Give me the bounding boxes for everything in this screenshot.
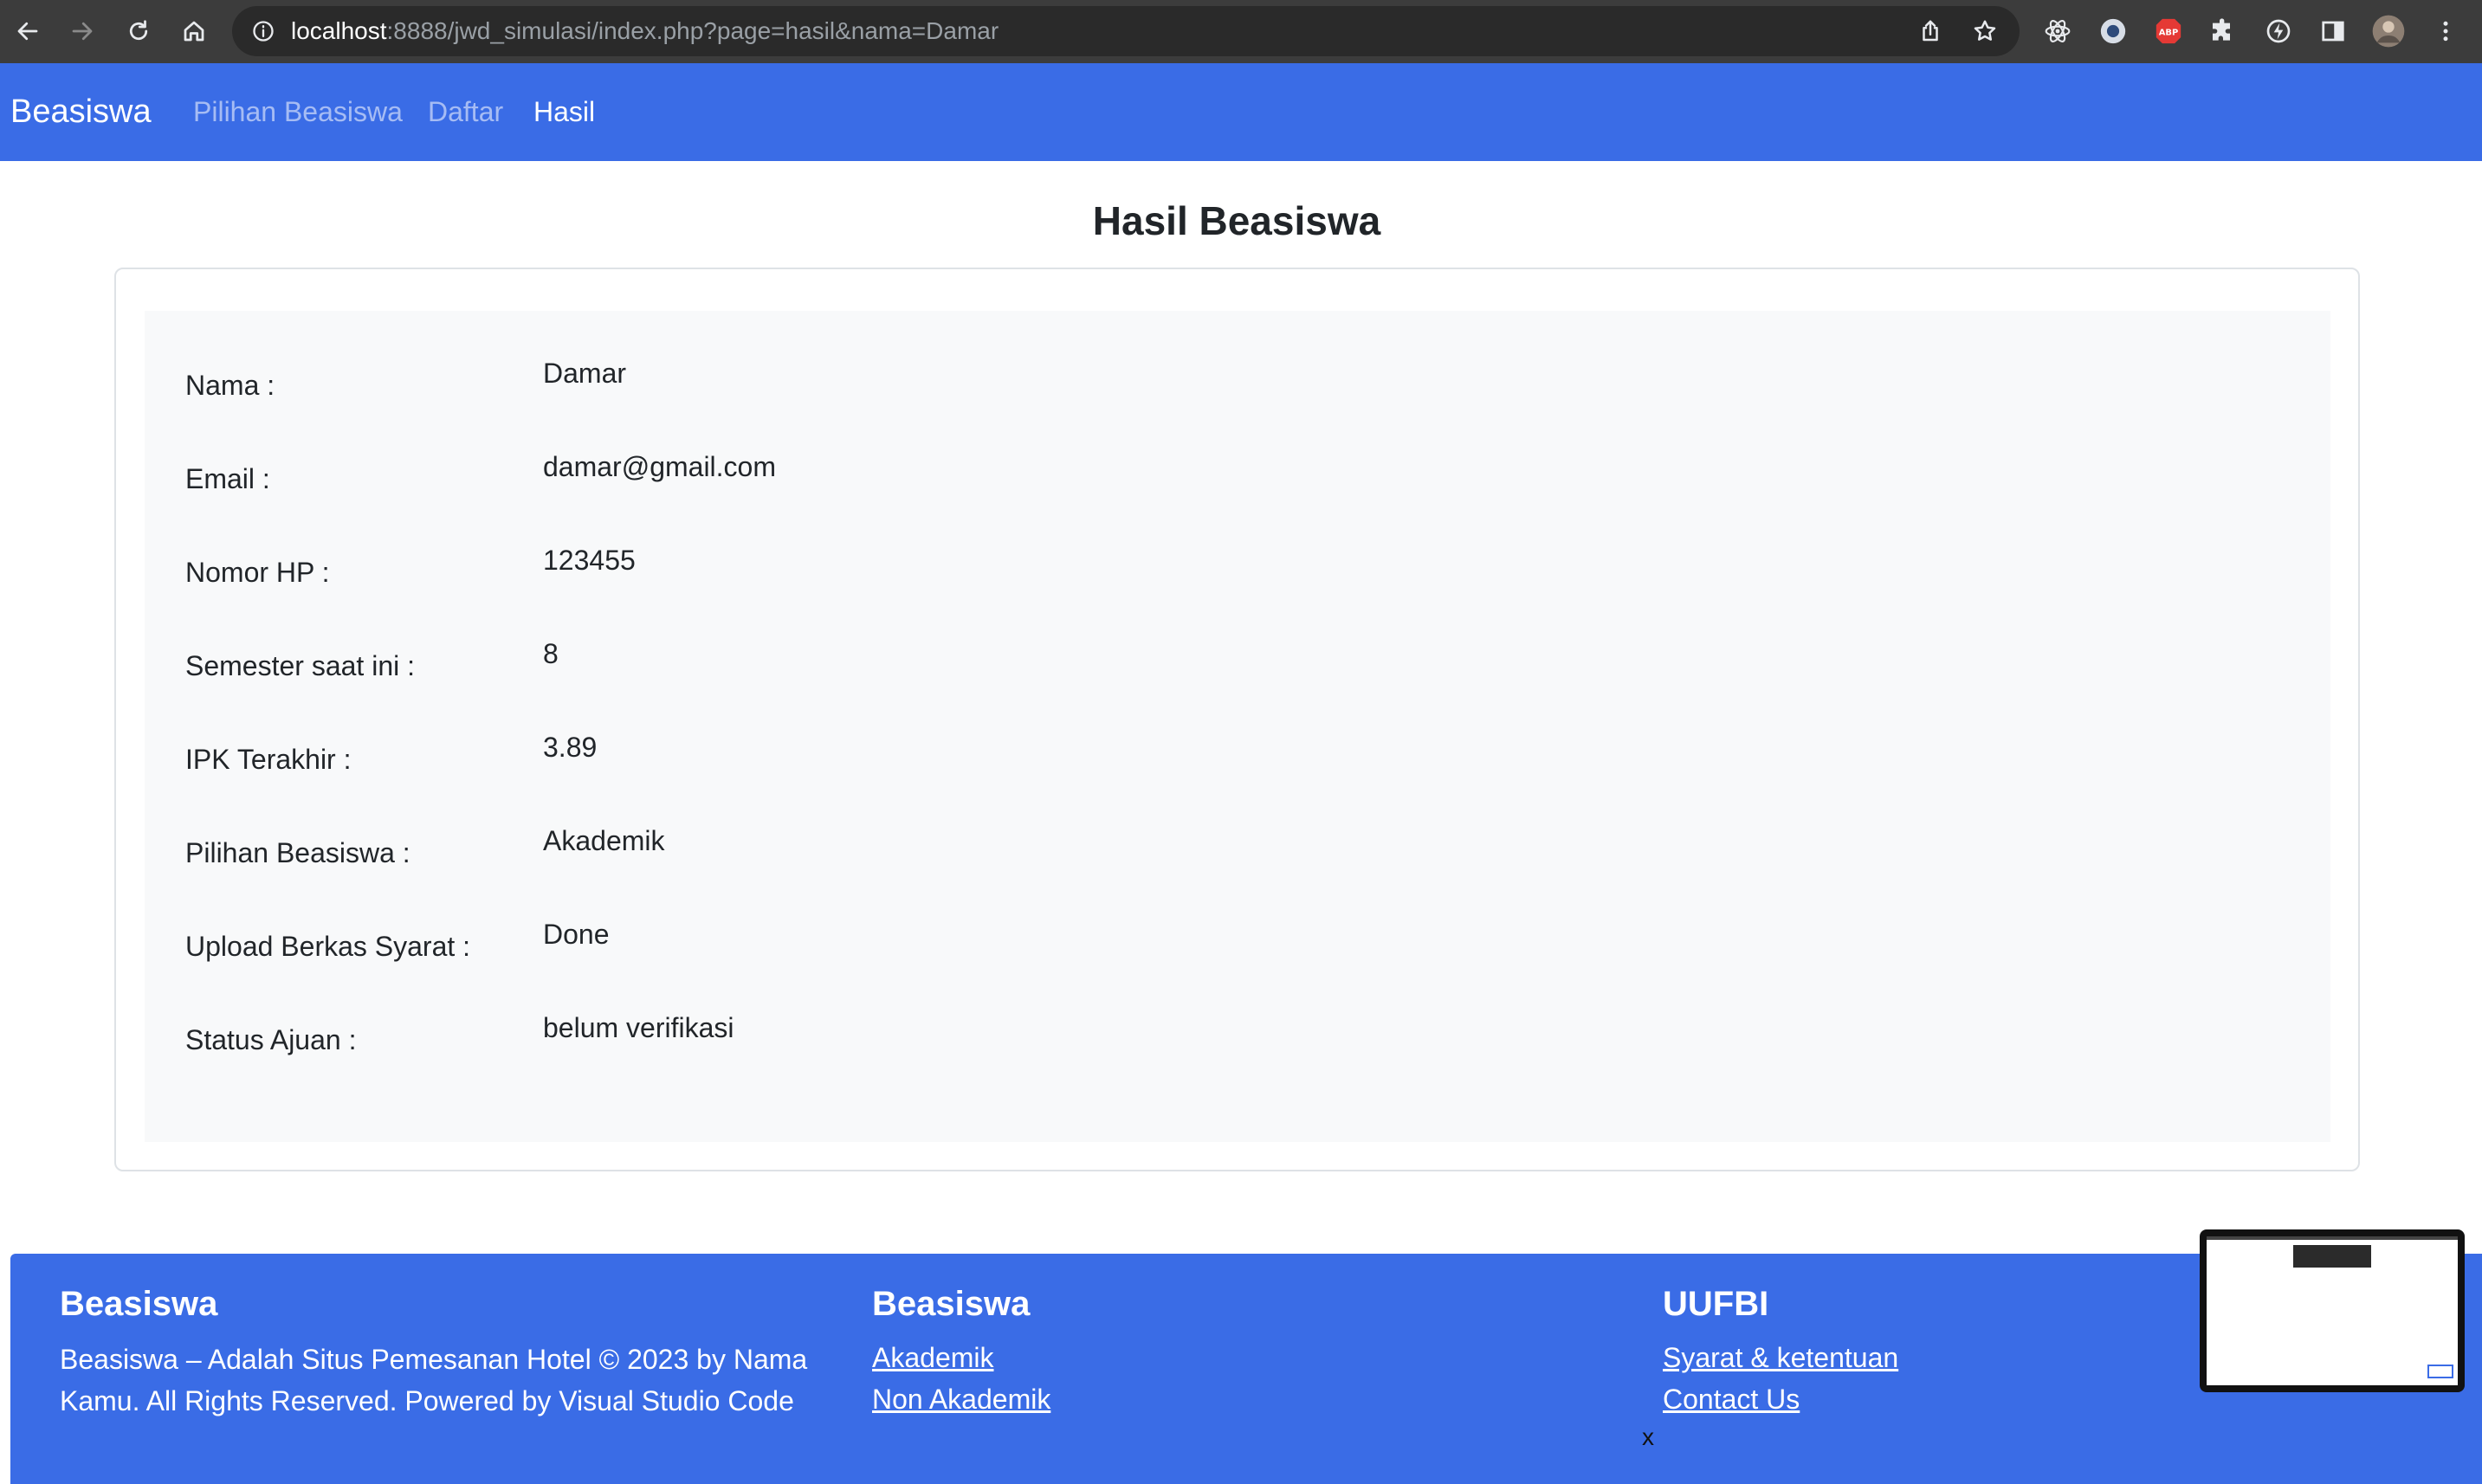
navbar-brand[interactable]: Beasiswa: [10, 63, 152, 161]
thumbnail-content: [2293, 1245, 2371, 1268]
footer-col3-title: UUFBI: [1663, 1285, 1769, 1323]
value-status-ajuan: belum verifikasi: [543, 1012, 734, 1043]
home-icon[interactable]: [175, 12, 213, 50]
label-status-ajuan: Status Ajuan :: [185, 1024, 357, 1055]
value-ipk: 3.89: [543, 732, 598, 763]
browser-toolbar: localhost:8888/jwd_simulasi/index.php?pa…: [0, 0, 2482, 63]
label-nomor-hp: Nomor HP :: [185, 557, 330, 588]
back-icon[interactable]: [9, 12, 47, 50]
page-title: Hasil Beasiswa: [1092, 198, 1381, 243]
thumbnail-toolbar: [2207, 1236, 2458, 1240]
thumbnail-preview: [2207, 1236, 2458, 1385]
nav-link-pilihan-beasiswa[interactable]: Pilihan Beasiswa: [193, 63, 403, 161]
thumbnail-mini-window: [2427, 1365, 2453, 1378]
forward-icon[interactable]: [63, 12, 101, 50]
puzzle-icon[interactable]: [2206, 14, 2240, 48]
result-details: Nama : Damar Email : damar@gmail.com Nom…: [145, 311, 2330, 1142]
footer-col1-title: Beasiswa: [60, 1285, 218, 1323]
app-navbar: Beasiswa Pilihan Beasiswa Daftar Hasil: [0, 63, 2482, 161]
footer-link-contact[interactable]: Contact Us: [1663, 1384, 1800, 1416]
avatar[interactable]: [2371, 14, 2406, 48]
footer: Beasiswa Beasiswa – Adalah Situs Pemesan…: [10, 1254, 2482, 1484]
react-devtools-icon[interactable]: [2040, 14, 2075, 48]
info-icon[interactable]: [251, 19, 275, 48]
url-path: :8888/jwd_simulasi/index.php?page=hasil&…: [386, 17, 999, 44]
footer-col2-title: Beasiswa: [872, 1285, 1031, 1323]
address-bar[interactable]: localhost:8888/jwd_simulasi/index.php?pa…: [232, 6, 2020, 56]
lightning-icon[interactable]: [2261, 14, 2296, 48]
circle-extension-icon[interactable]: [2096, 14, 2130, 48]
url-text[interactable]: localhost:8888/jwd_simulasi/index.php?pa…: [291, 6, 999, 56]
sidepanel-icon[interactable]: [2316, 14, 2350, 48]
kebab-menu-icon[interactable]: [2428, 14, 2463, 48]
value-pilihan-beasiswa: Akademik: [543, 825, 665, 856]
adblock-icon[interactable]: ABP: [2151, 14, 2186, 48]
footer-link-non-akademik[interactable]: Non Akademik: [872, 1384, 1050, 1416]
svg-text:ABP: ABP: [2159, 28, 2178, 37]
value-semester: 8: [543, 638, 559, 669]
close-button[interactable]: x: [1642, 1423, 1654, 1451]
value-email: damar@gmail.com: [543, 451, 776, 482]
result-card: Nama : Damar Email : damar@gmail.com Nom…: [114, 268, 2360, 1171]
label-semester: Semester saat ini :: [185, 650, 415, 681]
screenshot-thumbnail[interactable]: [2200, 1229, 2465, 1392]
value-nama: Damar: [543, 358, 627, 389]
reload-icon[interactable]: [120, 12, 158, 50]
label-email: Email :: [185, 463, 270, 494]
footer-description: Beasiswa – Adalah Situs Pemesanan Hotel …: [60, 1344, 808, 1416]
label-upload-berkas: Upload Berkas Syarat :: [185, 931, 471, 962]
star-icon[interactable]: [1972, 18, 1998, 48]
value-upload-berkas: Done: [543, 919, 610, 950]
label-ipk: IPK Terakhir :: [185, 744, 352, 775]
value-nomor-hp: 123455: [543, 545, 636, 576]
url-host: localhost: [291, 17, 387, 44]
label-nama: Nama :: [185, 370, 275, 401]
share-icon[interactable]: [1917, 18, 1943, 48]
footer-link-akademik[interactable]: Akademik: [872, 1342, 994, 1374]
nav-link-hasil[interactable]: Hasil: [533, 63, 595, 161]
footer-link-syarat[interactable]: Syarat & ketentuan: [1663, 1342, 1898, 1374]
nav-link-daftar[interactable]: Daftar: [428, 63, 503, 161]
label-pilihan-beasiswa: Pilihan Beasiswa :: [185, 837, 410, 868]
